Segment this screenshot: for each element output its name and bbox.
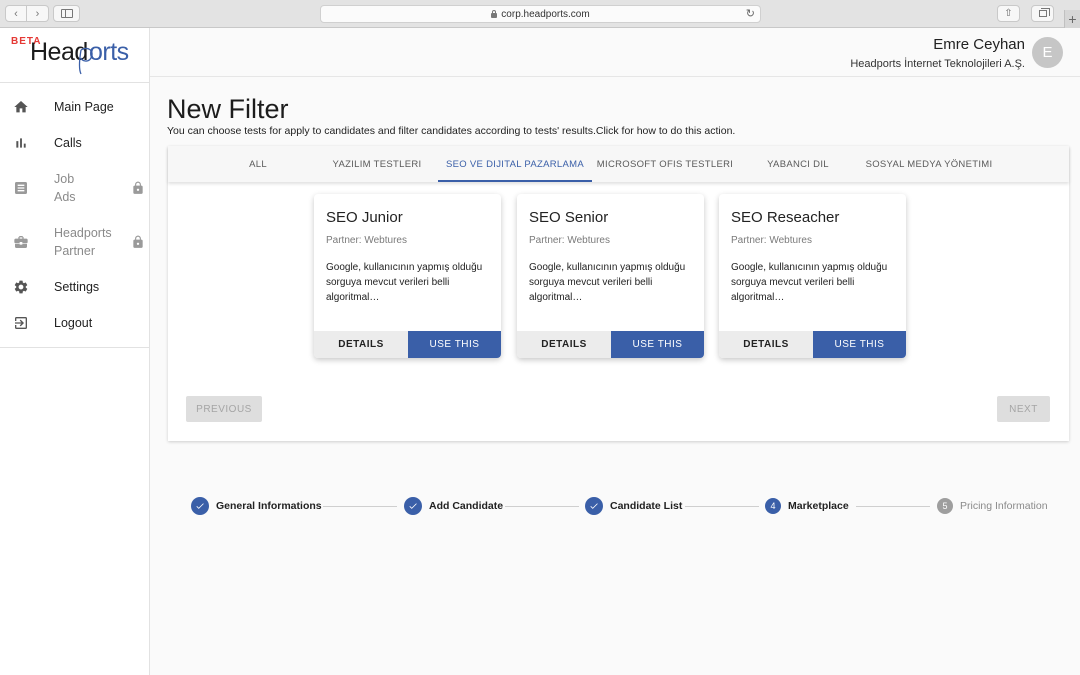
share-button[interactable]: ⇧ [997, 5, 1020, 22]
previous-button[interactable]: PREVIOUS [186, 396, 262, 422]
check-icon [191, 497, 209, 515]
share-icon: ⇧ [1004, 8, 1013, 19]
next-button[interactable]: NEXT [997, 396, 1050, 422]
list-icon [13, 180, 29, 196]
sidebar-item-headports-partner[interactable]: Headports Partner [0, 224, 149, 260]
page-description[interactable]: You can choose tests for apply to candid… [167, 125, 735, 137]
tab-yazilim-testleri[interactable]: YAZILIM TESTLERI [318, 146, 436, 182]
sidebar-toggle-button[interactable] [53, 5, 80, 22]
step-number: 5 [937, 498, 953, 514]
avatar[interactable]: E [1032, 37, 1063, 68]
tab-yabanci-dil[interactable]: YABANCI DIL [748, 146, 848, 182]
test-card: SEO Reseacher Partner: Webtures Google, … [719, 194, 906, 358]
use-this-button[interactable]: USE THIS [408, 331, 501, 358]
back-button[interactable]: ‹ [5, 5, 27, 22]
card-description: Google, kullanıcının yapmış olduğu sorgu… [326, 262, 483, 303]
step-label: Marketplace [788, 500, 849, 512]
lock-icon [131, 235, 145, 249]
company-name: Headports İnternet Teknolojileri A.Ş. [850, 58, 1025, 70]
tab-sosyal-medya-yonetimi[interactable]: SOSYAL MEDYA YÖNETIMI [858, 146, 1000, 182]
step-candidate-list[interactable]: Candidate List [585, 497, 682, 515]
use-this-button[interactable]: USE THIS [611, 331, 704, 358]
sidebar-divider [0, 82, 149, 83]
sidebar: BETA Head orts Main Page Calls Job Ads H… [0, 28, 150, 675]
sidebar-item-logout[interactable]: Logout [0, 313, 149, 333]
card-actions: DETAILS USE THIS [517, 331, 704, 358]
logout-icon [13, 315, 29, 331]
stepper-connector [856, 506, 930, 507]
browser-toolbar: ‹ › corp.headports.com ↻ ⇧ + [0, 0, 1080, 28]
card-partner: Partner: Webtures [529, 235, 610, 246]
details-button[interactable]: DETAILS [719, 331, 813, 358]
card-description: Google, kullanıcının yapmış olduğu sorgu… [731, 262, 888, 303]
card-actions: DETAILS USE THIS [719, 331, 906, 358]
step-marketplace[interactable]: 4 Marketplace [765, 497, 849, 515]
card-actions: DETAILS USE THIS [314, 331, 501, 358]
logo-wordmark: Head orts [30, 38, 129, 75]
details-button[interactable]: DETAILS [517, 331, 611, 358]
reload-icon[interactable]: ↻ [746, 7, 755, 20]
step-label: Candidate List [610, 500, 683, 512]
step-label: General Informations [216, 500, 322, 512]
card-title: SEO Junior [326, 209, 403, 226]
stepper-connector [323, 506, 397, 507]
step-number: 4 [765, 498, 781, 514]
card-title: SEO Reseacher [731, 209, 840, 226]
sidebar-item-label: Main Page [54, 100, 114, 114]
card-title: SEO Senior [529, 209, 609, 226]
use-this-button[interactable]: USE THIS [813, 331, 906, 358]
lock-icon [131, 181, 145, 195]
page-title: New Filter [167, 94, 289, 124]
card-partner: Partner: Webtures [731, 235, 812, 246]
step-label: Add Candidate [429, 500, 504, 512]
step-add-candidate[interactable]: Add Candidate [404, 497, 503, 515]
sidebar-item-job-ads[interactable]: Job Ads [0, 170, 149, 206]
briefcase-icon [13, 234, 29, 250]
bar-chart-icon [13, 135, 29, 151]
sidebar-divider [0, 347, 149, 348]
user-name[interactable]: Emre Ceyhan [933, 36, 1025, 53]
step-label: Pricing Information [960, 500, 1048, 512]
stepper-connector [685, 506, 759, 507]
forward-button[interactable]: › [27, 5, 49, 22]
check-icon [585, 497, 603, 515]
new-tab-button[interactable]: + [1064, 10, 1080, 28]
url-text: corp.headports.com [501, 8, 590, 20]
check-icon [404, 497, 422, 515]
address-bar[interactable]: corp.headports.com ↻ [320, 5, 761, 23]
sidebar-item-main-page[interactable]: Main Page [0, 97, 149, 117]
gear-icon [13, 279, 29, 295]
tab-microsoft-ofis-testleri[interactable]: MICROSOFT OFIS TESTLERI [595, 146, 735, 182]
test-card: SEO Senior Partner: Webtures Google, kul… [517, 194, 704, 358]
card-partner: Partner: Webtures [326, 235, 407, 246]
step-general-informations[interactable]: General Informations [191, 497, 322, 515]
header-divider [150, 76, 1080, 77]
sidebar-item-settings[interactable]: Settings [0, 277, 149, 297]
sidebar-item-label: Logout [54, 316, 93, 330]
tab-all[interactable]: ALL [218, 146, 298, 182]
sidebar-item-calls[interactable]: Calls [0, 133, 149, 153]
step-pricing-information[interactable]: 5 Pricing Information [937, 497, 1048, 515]
lock-icon [491, 9, 498, 18]
sidebar-item-label: Headports Partner [54, 226, 112, 258]
tabs-icon [1038, 8, 1050, 17]
sidebar-icon [60, 9, 73, 18]
details-button[interactable]: DETAILS [314, 331, 408, 358]
sidebar-item-label: Settings [54, 280, 100, 294]
tab-seo-ve-dijital-pazarlama[interactable]: SEO VE DIJITAL PAZARLAMA [438, 146, 592, 182]
sidebar-item-label: Calls [54, 136, 82, 150]
sidebar-item-label: Job Ads [54, 172, 76, 204]
svg-text:orts: orts [89, 38, 129, 66]
card-description: Google, kullanıcının yapmış olduğu sorgu… [529, 262, 686, 303]
stepper-connector [505, 506, 579, 507]
tests-panel: ALL YAZILIM TESTLERI SEO VE DIJITAL PAZA… [168, 146, 1069, 441]
headports-logo[interactable]: BETA Head orts [11, 36, 149, 76]
home-icon [13, 99, 29, 115]
show-tabs-button[interactable] [1031, 5, 1054, 22]
history-buttons: ‹ › [5, 5, 49, 22]
category-tabs: ALL YAZILIM TESTLERI SEO VE DIJITAL PAZA… [168, 146, 1069, 182]
test-card: SEO Junior Partner: Webtures Google, kul… [314, 194, 501, 358]
